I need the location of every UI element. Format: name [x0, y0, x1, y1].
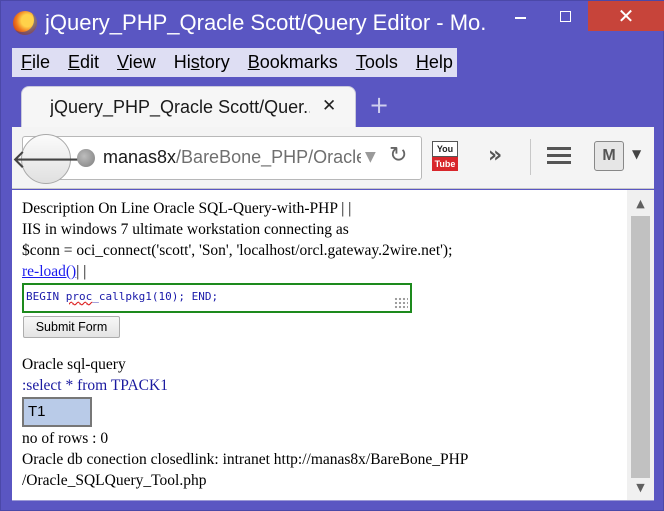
overflow-chevron-icon[interactable]: »	[488, 143, 502, 168]
page-content: Description On Line Oracle SQL-Query-wit…	[12, 190, 627, 500]
menu-file[interactable]: File	[12, 52, 59, 73]
close-window-button[interactable]: ✕	[588, 1, 664, 31]
menu-tools[interactable]: Tools	[347, 52, 407, 73]
menu-bookmarks[interactable]: Bookmarks	[239, 52, 347, 73]
title-bar: jQuery_PHP_Qracle Scott/Query Editor - M…	[1, 1, 664, 47]
back-button[interactable]: 🡐	[11, 134, 81, 184]
tab-title: jQuery_PHP_Qracle Scott/Quer...	[50, 97, 310, 117]
scroll-down-icon[interactable]: ▼	[627, 476, 654, 498]
scroll-up-icon[interactable]: ▲	[627, 192, 654, 214]
reload-icon[interactable]: ↻	[389, 143, 407, 168]
row-count: no of rows : 0	[22, 430, 109, 447]
connection-closed-path: /Oracle_SQLQuery_Tool.php	[22, 472, 207, 489]
menu-bar: File Edit View History Bookmarks Tools H…	[12, 48, 457, 77]
close-icon: ✕	[617, 4, 635, 28]
menu-history[interactable]: History	[165, 52, 239, 73]
menu-help[interactable]: Help	[407, 52, 462, 73]
oracle-sql-label: Oracle sql-query	[22, 356, 126, 373]
reload-suffix: | |	[76, 263, 87, 280]
maximize-button[interactable]	[542, 1, 588, 31]
tab-close-icon[interactable]: ✕	[322, 96, 336, 116]
window-title: jQuery_PHP_Qracle Scott/Query Editor - M…	[45, 10, 485, 35]
dropdown-icon[interactable]: ▼	[365, 149, 376, 165]
menu-view[interactable]: View	[108, 52, 165, 73]
globe-icon	[77, 149, 95, 167]
maximize-icon	[559, 10, 571, 22]
connection-closed-line: Oracle db conection closedlink: intranet…	[22, 451, 469, 468]
select-query-text: :select * from TPACK1	[22, 377, 168, 394]
table-name-field[interactable]: T1	[22, 397, 92, 427]
back-arrow-icon: 🡐	[11, 144, 81, 175]
minimize-icon	[514, 17, 526, 19]
firefox-logo-icon	[13, 11, 37, 35]
youtube-icon[interactable]: You Tube	[432, 141, 458, 175]
iis-line: IIS in windows 7 ultimate workstation co…	[22, 221, 349, 238]
description-line: Description On Line Oracle SQL-Query-wit…	[22, 200, 352, 217]
tab-active[interactable]: jQuery_PHP_Qracle Scott/Quer... ✕	[21, 86, 356, 128]
query-input[interactable]: BEGIN proc_callpkg1(10); END;	[22, 283, 412, 313]
url-text[interactable]: manas8x/BareBone_PHP/Oracle	[103, 147, 361, 168]
window-bottom-edge	[12, 500, 654, 501]
vertical-scrollbar[interactable]: ▲ ▼	[627, 190, 654, 500]
menu-edit[interactable]: Edit	[59, 52, 108, 73]
youtube-top-label: You	[432, 141, 458, 157]
reload-line: re-load()| |	[22, 263, 86, 281]
scroll-thumb[interactable]	[631, 216, 650, 478]
new-tab-button[interactable]: +	[369, 91, 389, 119]
shield-dropdown-icon[interactable]: ▼	[632, 147, 641, 161]
navigation-toolbar: 🡐 manas8x/BareBone_PHP/Oracle ▼ ↻ You Tu…	[11, 127, 654, 189]
minimize-button[interactable]	[497, 1, 543, 31]
connect-line: $conn = oci_connect('scott', 'Son', 'loc…	[22, 242, 453, 259]
toolbar-divider	[530, 139, 531, 175]
resize-grip-icon[interactable]	[394, 297, 408, 309]
url-bar[interactable]: 🡐 manas8x/BareBone_PHP/Oracle ▼ ↻	[11, 134, 422, 184]
shield-icon[interactable]: M	[594, 141, 624, 171]
submit-form-button[interactable]: Submit Form	[23, 316, 120, 338]
hamburger-menu-icon[interactable]	[547, 147, 571, 165]
reload-link[interactable]: re-load()	[22, 263, 76, 280]
youtube-bottom-label: Tube	[432, 157, 458, 171]
browser-window: jQuery_PHP_Qracle Scott/Query Editor - M…	[0, 0, 664, 511]
